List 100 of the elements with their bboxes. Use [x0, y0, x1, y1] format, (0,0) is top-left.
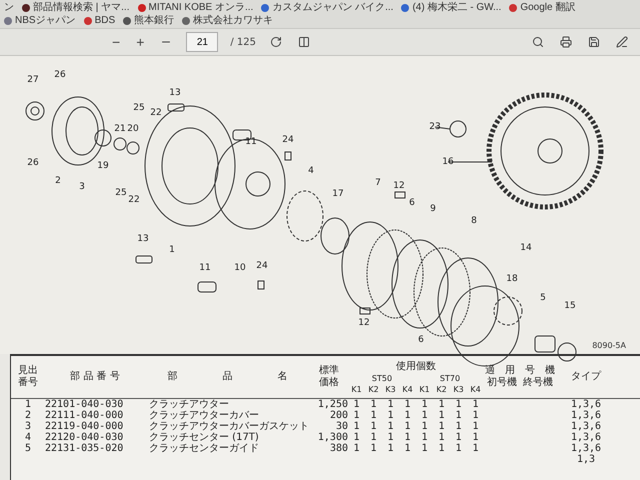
column-header: K1	[351, 384, 362, 394]
table-cell-text: 380	[328, 443, 348, 454]
table-cell-text: 1	[437, 399, 446, 410]
bookmark-link[interactable]: (4) 梅木栄二 - GW...	[401, 1, 502, 14]
bookmark-link[interactable]: ン	[4, 1, 14, 14]
part-number-label: 19	[97, 161, 109, 171]
save-icon	[588, 36, 600, 48]
part-number-label: 16	[442, 157, 454, 167]
part-number-label: 11	[245, 137, 257, 147]
zoom-out-button[interactable]: −	[110, 34, 122, 50]
column-header: 価格	[319, 377, 339, 389]
bookmark-link[interactable]: MITANI KOBE オンラ...	[138, 1, 254, 14]
column-header: ST50	[372, 372, 392, 384]
part-number-label: 13	[169, 88, 181, 98]
part-number-label: 2	[55, 176, 61, 186]
column-header: 終号機	[523, 377, 553, 389]
table-cell-text: 1	[403, 443, 412, 454]
table-cell-text: 1	[471, 432, 480, 443]
table-cell-text: 1	[454, 399, 463, 410]
table-cell-text: 1	[454, 432, 463, 443]
table-cell-text: 30	[334, 421, 348, 432]
table-cell-text: 1	[420, 399, 429, 410]
annotate-button[interactable]	[614, 36, 630, 48]
column-header: 番号	[18, 377, 38, 389]
figure-code: 8090-5A	[592, 341, 626, 350]
part-number-label: 26	[27, 158, 39, 168]
table-cell-text: 5	[24, 443, 32, 454]
table-cell-text: 1	[437, 432, 446, 443]
save-button[interactable]	[586, 36, 602, 48]
part-number-label: 25	[115, 188, 127, 198]
table-cell-text: 2	[24, 410, 32, 421]
column-header: K1	[419, 384, 430, 394]
part-number-label: 17	[332, 189, 344, 199]
table-cell-text: 1	[420, 432, 429, 443]
site-icon	[261, 4, 270, 12]
page-view-icon	[298, 36, 310, 48]
table-cell-text: 3	[24, 421, 32, 432]
column-header: K3	[385, 384, 396, 394]
zoom-in-button[interactable]: +	[134, 34, 146, 50]
table-cell-text: 1,3,6	[570, 443, 602, 454]
bookmark-link[interactable]: 株式会社カワサキ	[182, 14, 274, 27]
column-header: 見出	[18, 365, 38, 376]
page-number-field[interactable]: 21	[186, 32, 218, 52]
part-number-label: 8	[471, 216, 477, 226]
table-cell-text: 1	[352, 443, 361, 454]
bookmark-link[interactable]: NBSジャパン	[4, 14, 76, 27]
search-icon	[532, 36, 544, 48]
pen-icon	[616, 36, 628, 48]
bookmark-link[interactable]: 部品情報検索 | ヤマ...	[22, 1, 130, 14]
part-number-label: 23	[429, 122, 441, 132]
table-cell-text: 1	[471, 399, 480, 410]
printer-icon	[560, 36, 572, 48]
part-number-label: 6	[409, 198, 415, 208]
part-number-label: 3	[79, 182, 85, 192]
rotate-icon	[270, 36, 282, 48]
table-cell-text: 1	[369, 443, 378, 454]
part-number-label: 7	[375, 178, 381, 188]
print-button[interactable]	[558, 36, 574, 48]
table-cell-text: 1	[386, 432, 395, 443]
table-cell-text: 1	[386, 443, 395, 454]
table-cell-text: 22119-040-000	[45, 421, 124, 432]
part-number-label: 10	[234, 263, 246, 273]
site-icon	[84, 16, 92, 24]
table-cell-text: 1,3,6	[570, 421, 602, 432]
part-number-label: 15	[564, 301, 576, 311]
part-number-label: 21	[114, 124, 126, 134]
part-number-label: 4	[308, 166, 314, 176]
part-number-label: 26	[54, 70, 66, 80]
column-header: 部 品 番 号	[69, 371, 121, 383]
bookmark-link[interactable]: Google 翻訳	[509, 1, 576, 14]
table-cell-text: 1,3	[576, 454, 596, 465]
table-cell-text: 1	[471, 410, 480, 421]
column-header: 初号機	[487, 377, 517, 389]
column-header: K2	[368, 384, 379, 394]
table-cell-text: 1	[352, 432, 361, 443]
table-cell-text: 1,3,6	[570, 399, 602, 410]
column-header: K2	[436, 384, 447, 394]
table-cell-text: 1	[369, 421, 378, 432]
table-cell-text: 22131-035-020	[45, 443, 124, 454]
part-number-label: 22	[150, 108, 162, 118]
site-icon	[182, 16, 190, 24]
site-icon	[509, 4, 518, 12]
table-cell-text: 22101-040-030	[45, 399, 124, 410]
column-header: 標準	[319, 365, 339, 376]
table-cell-text: 4	[24, 432, 32, 443]
column-header: K3	[453, 384, 464, 394]
part-number-label: 1	[169, 245, 175, 255]
table-cell-text: クラッチアウター	[148, 399, 230, 410]
part-number-label: 24	[282, 135, 294, 145]
table-cell-text: 1	[437, 443, 446, 454]
table-cell-text: 1	[420, 421, 429, 432]
column-header: 名	[278, 371, 288, 383]
part-number-label: 12	[393, 181, 405, 191]
search-button[interactable]	[530, 36, 546, 48]
table-cell-text: 1	[437, 421, 446, 432]
bookmark-link[interactable]: BDS	[84, 14, 116, 27]
bookmark-link[interactable]: 熊本銀行	[123, 14, 174, 27]
table-cell-text: 1,250	[316, 399, 348, 410]
bookmark-link[interactable]: カスタムジャパン バイク...	[261, 1, 394, 14]
column-header: ST70	[440, 372, 460, 384]
